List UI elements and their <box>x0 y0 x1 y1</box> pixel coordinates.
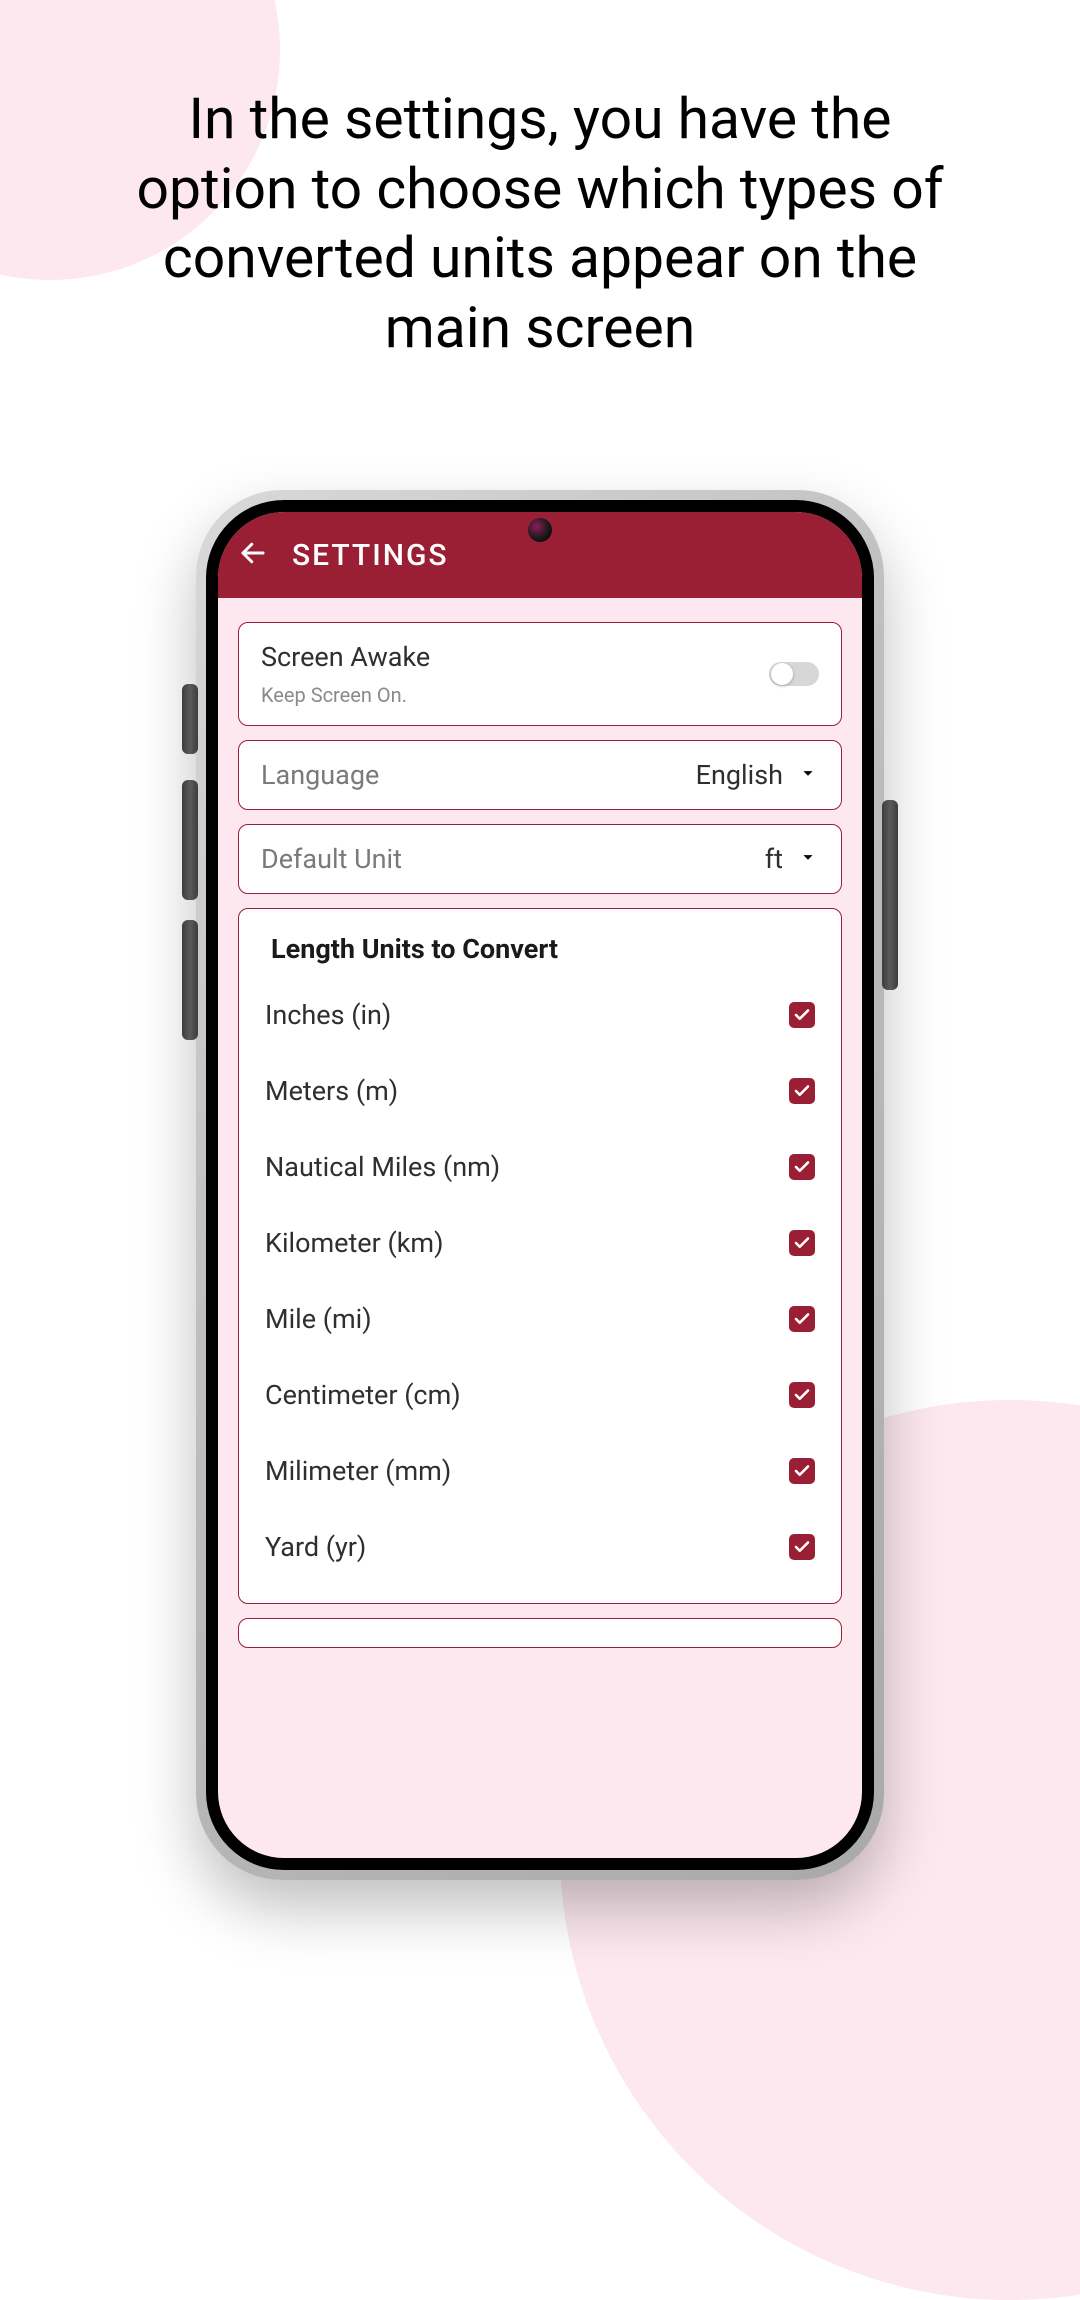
screen-awake-card: Screen Awake Keep Screen On. <box>238 622 842 726</box>
default-unit-label: Default Unit <box>261 843 402 875</box>
chevron-down-icon <box>797 762 819 788</box>
language-value: English <box>696 759 783 791</box>
phone-volume-up-button <box>182 780 198 900</box>
next-card-peek <box>238 1618 842 1648</box>
phone-power-button <box>882 800 898 990</box>
unit-label: Yard (yr) <box>265 1531 366 1563</box>
page-title: SETTINGS <box>292 538 449 573</box>
unit-checkbox[interactable] <box>789 1078 815 1104</box>
unit-checkbox[interactable] <box>789 1154 815 1180</box>
phone-side-button <box>182 684 198 754</box>
unit-checkbox[interactable] <box>789 1458 815 1484</box>
phone-frame: SETTINGS Screen Awake Keep Screen On. <box>196 490 884 1880</box>
chevron-down-icon <box>797 846 819 872</box>
unit-checkbox[interactable] <box>789 1534 815 1560</box>
unit-row[interactable]: Meters (m) <box>261 1053 819 1129</box>
phone-camera-notch <box>528 518 552 542</box>
default-unit-dropdown[interactable]: Default Unit ft <box>238 824 842 894</box>
phone-volume-down-button <box>182 920 198 1040</box>
language-dropdown[interactable]: Language English <box>238 740 842 810</box>
back-icon[interactable] <box>238 538 268 572</box>
app-screen: SETTINGS Screen Awake Keep Screen On. <box>218 512 862 1858</box>
default-unit-value: ft <box>765 843 783 875</box>
unit-label: Milimeter (mm) <box>265 1455 451 1487</box>
screen-awake-subtitle: Keep Screen On. <box>261 683 430 707</box>
settings-content: Screen Awake Keep Screen On. Language En… <box>218 598 862 1672</box>
unit-label: Nautical Miles (nm) <box>265 1151 500 1183</box>
unit-checkbox[interactable] <box>789 1230 815 1256</box>
unit-row[interactable]: Centimeter (cm) <box>261 1357 819 1433</box>
unit-label: Kilometer (km) <box>265 1227 443 1259</box>
units-section-card: Length Units to Convert Inches (in) Meter… <box>238 908 842 1604</box>
units-section-title: Length Units to Convert <box>261 927 819 977</box>
marketing-headline: In the settings, you have the option to … <box>130 84 950 362</box>
toggle-knob <box>771 663 793 685</box>
units-list: Inches (in) Meters (m) Nautical Miles (nm)… <box>261 977 819 1585</box>
unit-label: Meters (m) <box>265 1075 398 1107</box>
unit-row[interactable]: Nautical Miles (nm) <box>261 1129 819 1205</box>
screen-awake-toggle[interactable] <box>769 662 819 686</box>
unit-row[interactable]: Yard (yr) <box>261 1509 819 1585</box>
unit-row[interactable]: Inches (in) <box>261 977 819 1053</box>
unit-row[interactable]: Milimeter (mm) <box>261 1433 819 1509</box>
screen-awake-title: Screen Awake <box>261 641 430 673</box>
language-label: Language <box>261 759 379 791</box>
unit-label: Mile (mi) <box>265 1303 372 1335</box>
unit-checkbox[interactable] <box>789 1002 815 1028</box>
unit-checkbox[interactable] <box>789 1382 815 1408</box>
unit-row[interactable]: Mile (mi) <box>261 1281 819 1357</box>
phone-bezel: SETTINGS Screen Awake Keep Screen On. <box>206 500 874 1870</box>
unit-label: Inches (in) <box>265 999 391 1031</box>
unit-row[interactable]: Kilometer (km) <box>261 1205 819 1281</box>
unit-label: Centimeter (cm) <box>265 1379 461 1411</box>
unit-checkbox[interactable] <box>789 1306 815 1332</box>
